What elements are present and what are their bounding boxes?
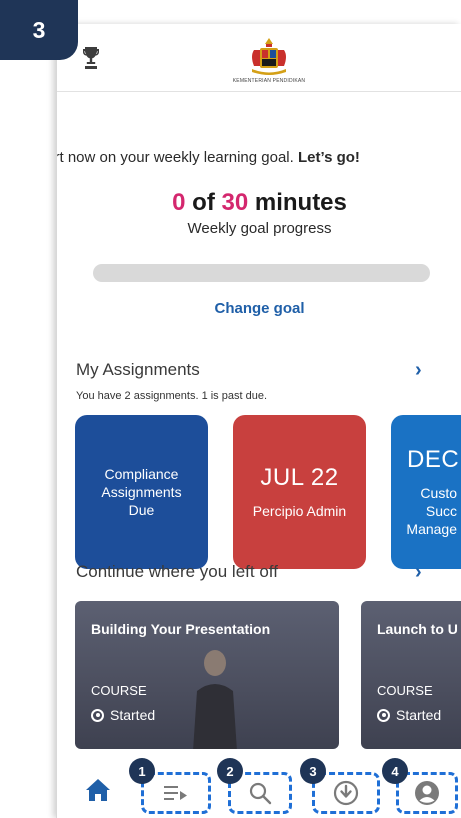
- crest-caption: KEMENTERIAN PENDIDIKAN: [232, 78, 306, 84]
- tutorial-step-badge: 3: [0, 0, 78, 60]
- callout-1: 1: [129, 758, 155, 784]
- download-icon: [333, 780, 359, 806]
- course-status: Started: [377, 707, 441, 723]
- course-title: Building Your Presentation: [91, 621, 271, 637]
- course-card-building-presentation[interactable]: Building Your Presentation COURSE Starte…: [75, 601, 339, 749]
- course-card-launch[interactable]: Launch to U COURSE Started: [361, 601, 461, 749]
- bottom-navigation: 1 2 3 4: [57, 758, 461, 818]
- assignment-card-date: DEC: [407, 446, 460, 473]
- assignment-card-label: Custo Succ Manage: [406, 485, 457, 537]
- goal-minutes: 0 of 30 minutes: [57, 189, 461, 217]
- course-type: COURSE: [91, 683, 147, 698]
- home-icon[interactable]: [85, 778, 111, 802]
- assignment-card-label: Percipio Admin: [252, 503, 347, 519]
- goal-progress-bar: [93, 264, 430, 282]
- callout-3: 3: [300, 758, 326, 784]
- assignment-card-label: Compliance Assignments Due: [101, 466, 182, 518]
- goal-current: 0: [172, 189, 186, 216]
- goal-prompt-cta: Let’s go!: [297, 149, 360, 166]
- callout-4: 4: [382, 758, 408, 784]
- continue-more-chevron[interactable]: ›: [415, 561, 422, 584]
- course-type: COURSE: [377, 683, 433, 698]
- goal-unit: minutes: [254, 189, 347, 216]
- assignment-card-percipio-admin[interactable]: JUL 22 Percipio Admin: [233, 415, 366, 569]
- course-title: Launch to U: [377, 621, 458, 637]
- assignments-summary: You have 2 assignments. 1 is past due.: [76, 390, 267, 402]
- goal-target: 30: [221, 189, 249, 216]
- course-status-label: Started: [110, 707, 156, 723]
- ministry-logo: KEMENTERIAN PENDIDIKAN: [229, 36, 309, 90]
- course-status-label: Started: [396, 707, 442, 723]
- assignments-more-chevron[interactable]: ›: [415, 359, 422, 382]
- change-goal-link[interactable]: Change goal: [57, 300, 461, 317]
- app-screen: KEMENTERIAN PENDIDIKAN Start now on your…: [56, 24, 461, 818]
- top-bar: KEMENTERIAN PENDIDIKAN: [57, 24, 461, 92]
- goal-prompt-text: Start now on your weekly learning goal.: [56, 149, 294, 166]
- assignments-title: My Assignments: [76, 360, 200, 379]
- started-icon: [377, 708, 390, 722]
- goal-of: of: [192, 189, 215, 216]
- assignment-card-compliance[interactable]: Compliance Assignments Due: [75, 415, 208, 569]
- assignment-card-date: JUL 22: [260, 464, 339, 491]
- trophy-icon[interactable]: [83, 46, 99, 70]
- presenter-thumbnail: [193, 650, 237, 749]
- profile-icon: [415, 781, 439, 805]
- assignment-card-customer-success[interactable]: DEC Custo Succ Manage: [391, 415, 461, 569]
- goal-subtitle: Weekly goal progress: [187, 220, 332, 237]
- callout-2: 2: [217, 758, 243, 784]
- crest-icon: [252, 38, 286, 75]
- goal-prompt: Start now on your weekly learning goal. …: [56, 149, 461, 166]
- continue-title: Continue where you left off: [76, 562, 278, 581]
- playlist-icon: [164, 786, 187, 800]
- course-status: Started: [91, 707, 155, 723]
- search-icon: [249, 782, 272, 805]
- started-icon: [91, 708, 104, 722]
